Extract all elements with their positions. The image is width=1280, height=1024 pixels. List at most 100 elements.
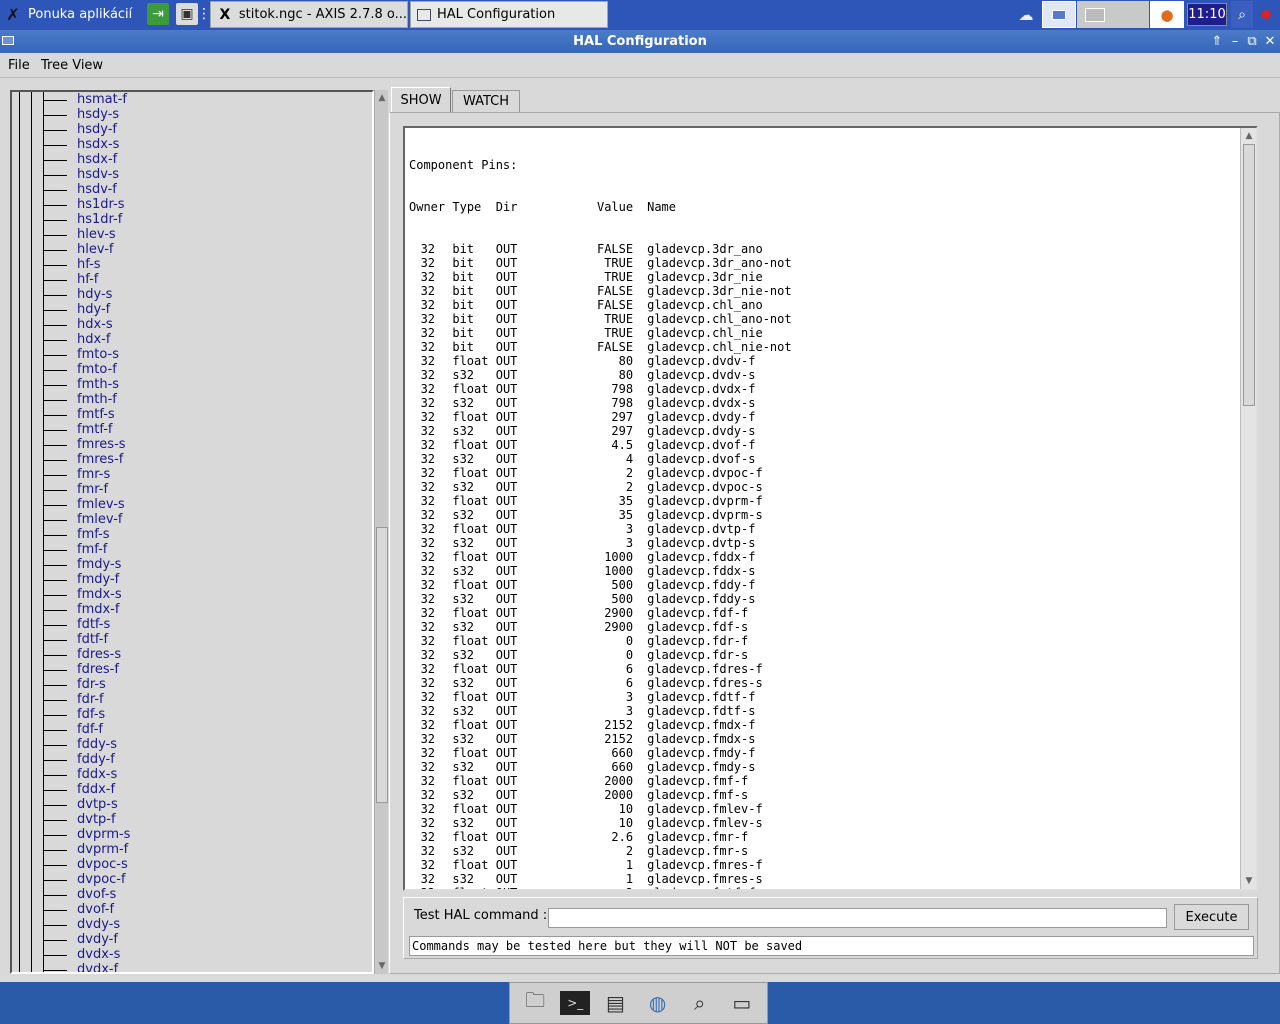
tree-item[interactable]: fmf-f bbox=[12, 542, 372, 558]
tree-item[interactable]: fmr-f bbox=[12, 482, 372, 498]
scroll-down-arrow-icon[interactable]: ▼ bbox=[1243, 875, 1255, 887]
pins-scrollbar[interactable]: ▲ ▼ bbox=[1240, 128, 1256, 889]
pin-row: 32 float OUT 10 gladevcp.fmlev-f bbox=[409, 802, 792, 816]
minimize-icon[interactable]: – bbox=[1228, 33, 1242, 49]
test-command-input[interactable] bbox=[548, 908, 1167, 928]
tree-item[interactable]: hdy-f bbox=[12, 302, 372, 318]
tree-item[interactable]: fmto-s bbox=[12, 347, 372, 363]
clock[interactable]: 11:10 bbox=[1187, 3, 1227, 26]
tree-item[interactable]: dvdx-f bbox=[12, 962, 372, 972]
tree-item[interactable]: hdy-s bbox=[12, 287, 372, 303]
task-axis-window[interactable]: X stitok.ngc - AXIS 2.7.8 o... bbox=[210, 1, 408, 28]
tree-item[interactable]: hf-f bbox=[12, 272, 372, 288]
tree-item[interactable]: fmtf-f bbox=[12, 422, 372, 438]
tree-item[interactable]: fmr-s bbox=[12, 467, 372, 483]
tree-scrollbar[interactable]: ▲ ▼ bbox=[374, 90, 388, 974]
tree-item[interactable]: fdr-s bbox=[12, 677, 372, 693]
tree-item[interactable]: fmdy-s bbox=[12, 557, 372, 573]
file-manager-icon[interactable]: ▤ bbox=[598, 987, 632, 1019]
tree-item[interactable]: dvprm-f bbox=[12, 842, 372, 858]
tree-item[interactable]: dvdx-s bbox=[12, 947, 372, 963]
tree-item[interactable]: fmlev-f bbox=[12, 512, 372, 528]
tree-item[interactable]: fmf-s bbox=[12, 527, 372, 543]
firefox-icon[interactable]: ● bbox=[1150, 1, 1184, 28]
folder-icon[interactable]: ▭ bbox=[725, 987, 759, 1019]
search-icon[interactable]: ⌕ bbox=[683, 987, 717, 1019]
pins-scroll-thumb[interactable] bbox=[1243, 144, 1255, 406]
tree-item[interactable]: hs1dr-f bbox=[12, 212, 372, 228]
tree-item[interactable]: fdr-f bbox=[12, 692, 372, 708]
workspace-3-button[interactable] bbox=[1113, 1, 1149, 28]
workspace-2-button[interactable] bbox=[1077, 1, 1113, 28]
tree-item[interactable]: dvtp-f bbox=[12, 812, 372, 828]
tree-item[interactable]: fmtf-s bbox=[12, 407, 372, 423]
tree-item[interactable]: fddx-f bbox=[12, 782, 372, 798]
tree-item[interactable]: dvpoc-s bbox=[12, 857, 372, 873]
tree-item[interactable]: fdf-s bbox=[12, 707, 372, 723]
tree-item[interactable]: dvtp-s bbox=[12, 797, 372, 813]
tree-item[interactable]: hsdy-f bbox=[12, 122, 372, 138]
tree-item[interactable]: fdtf-s bbox=[12, 617, 372, 633]
tree-item[interactable]: fmth-s bbox=[12, 377, 372, 393]
applications-menu-button[interactable]: ✗ Ponuka aplikácií bbox=[2, 2, 142, 27]
scroll-up-arrow-icon[interactable]: ▲ bbox=[376, 92, 388, 104]
tree-item[interactable]: hsdv-s bbox=[12, 167, 372, 183]
tree-item[interactable]: dvdy-f bbox=[12, 932, 372, 948]
tree-item[interactable]: dvof-f bbox=[12, 902, 372, 918]
tree-item[interactable]: fmres-s bbox=[12, 437, 372, 453]
terminal-icon[interactable]: >_ bbox=[560, 991, 591, 1015]
tree-item[interactable]: fmto-f bbox=[12, 362, 372, 378]
tree-item[interactable]: hsmat-f bbox=[12, 92, 372, 108]
weather-icon[interactable]: ☁ bbox=[1013, 1, 1039, 28]
tree-item[interactable]: fmdy-f bbox=[12, 572, 372, 588]
tree-item[interactable]: hlev-s bbox=[12, 227, 372, 243]
tree-item[interactable]: hs1dr-s bbox=[12, 197, 372, 213]
tree-item[interactable]: fdres-f bbox=[12, 662, 372, 678]
tree-item[interactable]: fddy-s bbox=[12, 737, 372, 753]
shade-icon[interactable]: ⇑ bbox=[1210, 33, 1224, 49]
component-pins-view[interactable]: Component Pins: Owner Type Dir Value Name 32… bbox=[403, 126, 1258, 891]
tree-item[interactable]: dvpoc-f bbox=[12, 872, 372, 888]
tree-item[interactable]: hsdx-s bbox=[12, 137, 372, 153]
workspace-1-button[interactable] bbox=[1042, 1, 1076, 28]
tree-item[interactable]: fmres-f bbox=[12, 452, 372, 468]
scroll-up-arrow-icon[interactable]: ▲ bbox=[1243, 130, 1255, 142]
tree-item[interactable]: fmlev-s bbox=[12, 497, 372, 513]
search-icon[interactable]: ⌕ bbox=[1231, 1, 1253, 28]
logout-icon[interactable]: ⇥ bbox=[147, 3, 169, 25]
scroll-down-arrow-icon[interactable]: ▼ bbox=[376, 960, 388, 972]
tree-item[interactable]: fmth-f bbox=[12, 392, 372, 408]
execute-button[interactable]: Execute bbox=[1174, 904, 1249, 930]
web-browser-icon[interactable]: ◍ bbox=[641, 987, 675, 1019]
hal-tree-view[interactable]: hsmat-f hsdy-s hsdy-f hsdx-s hsdx-f hsdv-s hsd… bbox=[10, 90, 374, 974]
window-titlebar[interactable]: HAL Configuration ⇑ – ⧉ ✕ bbox=[0, 30, 1280, 53]
tree-item[interactable]: hsdv-f bbox=[12, 182, 372, 198]
tab-show[interactable]: SHOW bbox=[391, 87, 451, 112]
tree-item[interactable]: hsdx-f bbox=[12, 152, 372, 168]
home-folder-icon[interactable]: 🗀 bbox=[518, 987, 552, 1019]
tree-item[interactable]: dvprm-s bbox=[12, 827, 372, 843]
tab-watch[interactable]: WATCH bbox=[452, 90, 520, 112]
close-icon[interactable]: ✕ bbox=[1263, 33, 1277, 49]
tree-item[interactable]: fmdx-f bbox=[12, 602, 372, 618]
screenshot-icon[interactable]: ▣ bbox=[176, 3, 198, 25]
menu-file[interactable]: File bbox=[8, 58, 30, 73]
tree-item[interactable]: fdres-s bbox=[12, 647, 372, 663]
maximize-icon[interactable]: ⧉ bbox=[1245, 33, 1259, 49]
notification-icon[interactable]: ✹ bbox=[1255, 1, 1277, 28]
tree-scroll-thumb[interactable] bbox=[376, 527, 388, 803]
tree-item[interactable]: dvdy-s bbox=[12, 917, 372, 933]
tree-item[interactable]: fddx-s bbox=[12, 767, 372, 783]
tree-item[interactable]: hlev-f bbox=[12, 242, 372, 258]
tree-item[interactable]: fdf-f bbox=[12, 722, 372, 738]
menu-tree-view[interactable]: Tree View bbox=[41, 58, 103, 73]
task-hal-window[interactable]: HAL Configuration bbox=[410, 1, 608, 28]
tree-item[interactable]: fmdx-s bbox=[12, 587, 372, 603]
tree-item[interactable]: hf-s bbox=[12, 257, 372, 273]
tree-item[interactable]: hsdy-s bbox=[12, 107, 372, 123]
tree-item[interactable]: dvof-s bbox=[12, 887, 372, 903]
tree-item[interactable]: hdx-f bbox=[12, 332, 372, 348]
tree-item[interactable]: fddy-f bbox=[12, 752, 372, 768]
tree-item[interactable]: fdtf-f bbox=[12, 632, 372, 648]
tree-item[interactable]: hdx-s bbox=[12, 317, 372, 333]
